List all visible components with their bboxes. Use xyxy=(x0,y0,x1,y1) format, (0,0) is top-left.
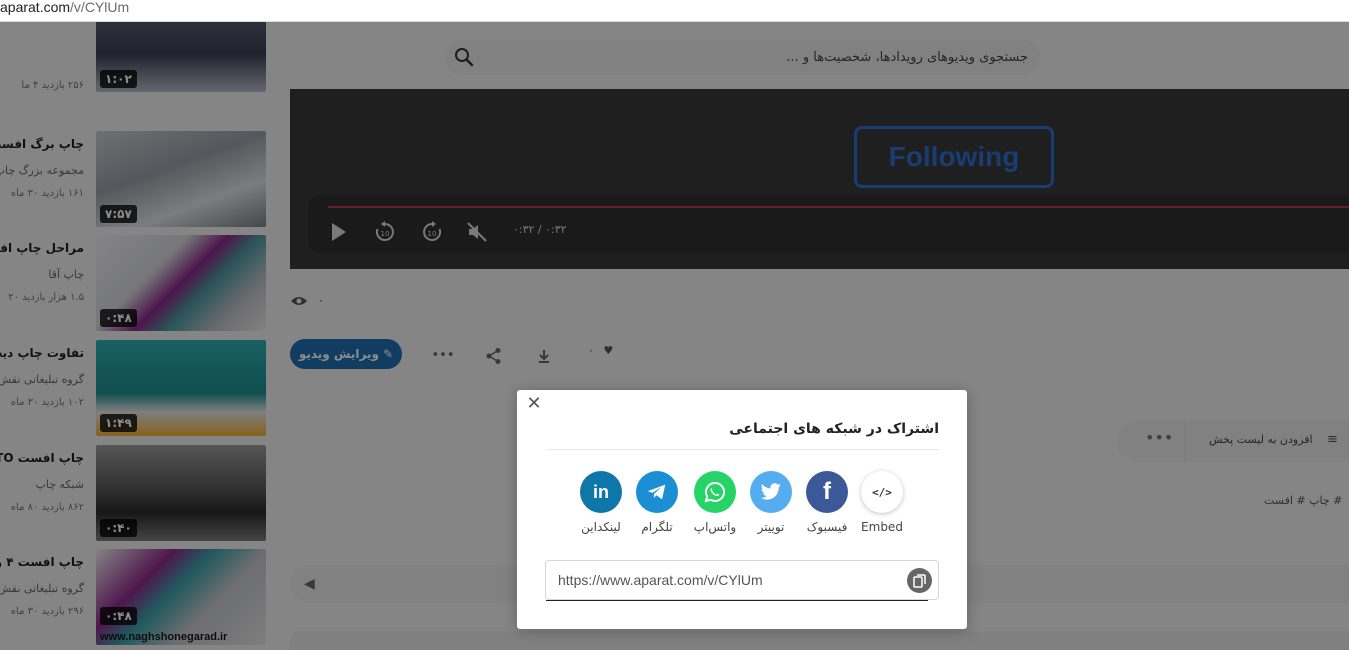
share-link-field[interactable] xyxy=(545,560,939,601)
url-path: /v/CYlUm xyxy=(70,0,130,15)
divider xyxy=(546,449,939,450)
facebook-icon: f xyxy=(806,471,848,513)
share-label: تلگرام xyxy=(641,520,673,534)
share-label: واتس‌اپ xyxy=(693,520,737,534)
address-bar[interactable]: aparat.com/v/CYlUm xyxy=(0,0,1349,22)
share-embed-button[interactable]: </> Embed xyxy=(854,471,910,534)
share-label: توییتر xyxy=(757,520,785,534)
share-label: لینکداین xyxy=(581,520,621,534)
share-modal: ✕ اشتراک در شبکه های اجتماعی </> Embed f… xyxy=(517,390,967,629)
telegram-icon xyxy=(636,471,678,513)
share-twitter-button[interactable]: توییتر xyxy=(743,471,799,534)
input-underline xyxy=(546,600,928,601)
share-telegram-button[interactable]: تلگرام xyxy=(629,471,685,534)
share-label: Embed xyxy=(861,520,903,534)
share-label: فیسبوک xyxy=(806,520,848,534)
embed-icon: </> xyxy=(861,471,903,513)
copy-icon[interactable] xyxy=(907,568,932,593)
twitter-icon xyxy=(750,471,792,513)
share-whatsapp-button[interactable]: واتس‌اپ xyxy=(687,471,743,534)
modal-title: اشتراک در شبکه های اجتماعی xyxy=(729,421,939,437)
whatsapp-icon xyxy=(694,471,736,513)
share-linkedin-button[interactable]: in لینکداین xyxy=(573,471,629,534)
share-link-input[interactable] xyxy=(558,561,898,599)
share-facebook-button[interactable]: f فیسبوک xyxy=(799,471,855,534)
close-icon[interactable]: ✕ xyxy=(526,395,542,413)
url-host: aparat.com xyxy=(0,0,71,15)
linkedin-icon: in xyxy=(580,471,622,513)
